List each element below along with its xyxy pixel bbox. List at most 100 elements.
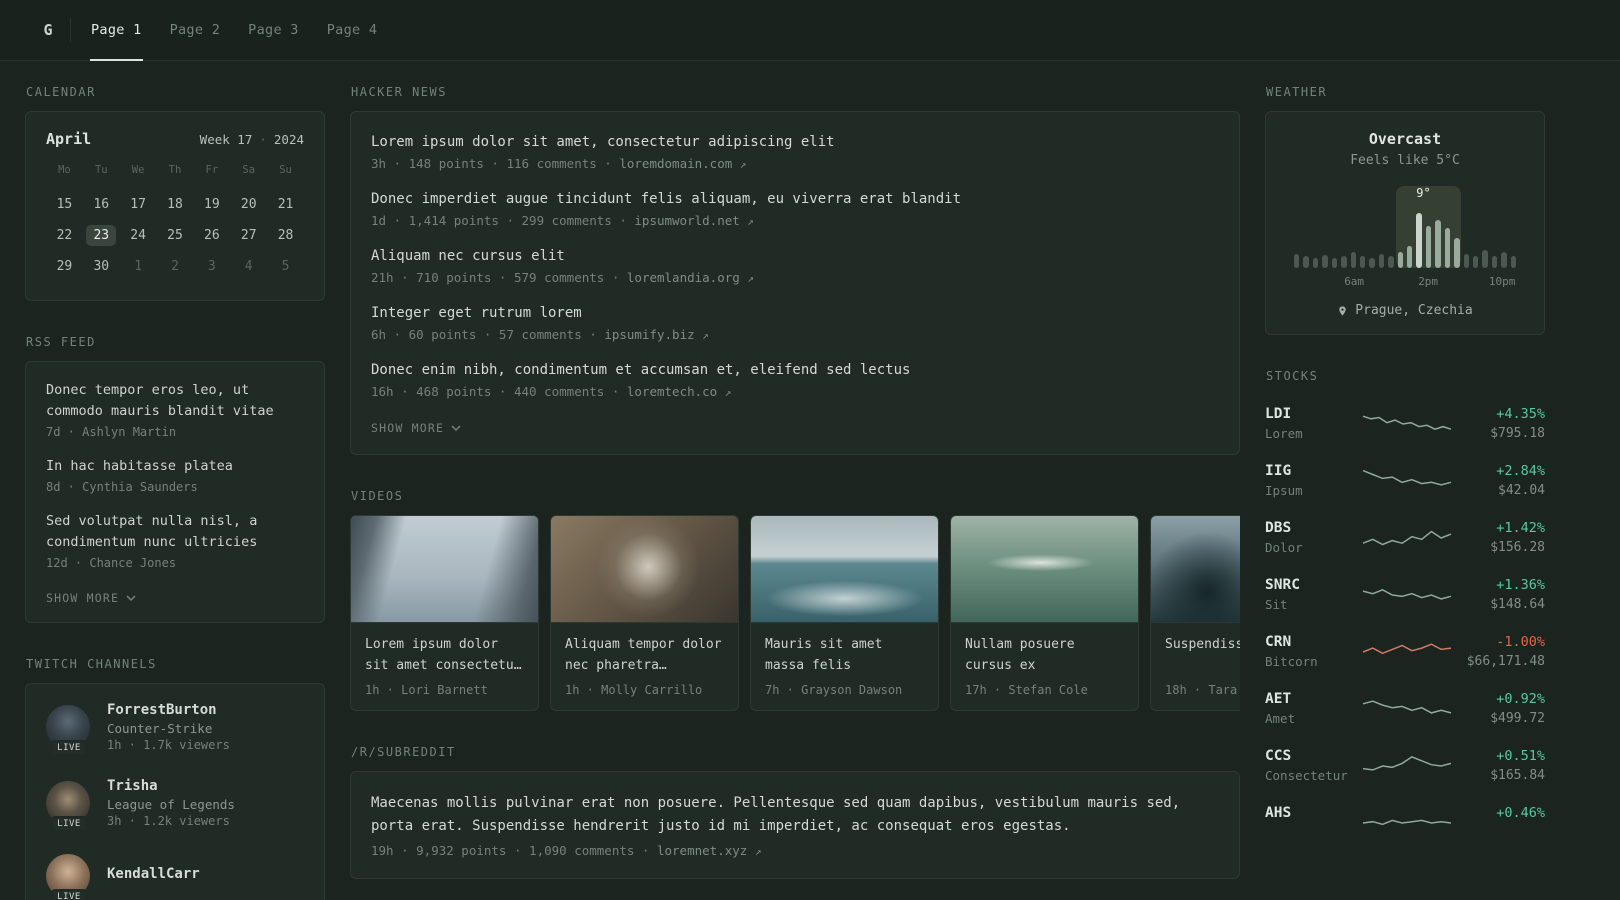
stock-row[interactable]: CRN Bitcorn -1.00% $66,171.48 [1265,623,1545,680]
external-link-icon: ↗ [747,272,754,285]
stock-symbol: AET [1265,691,1292,707]
stock-sparkline [1362,699,1452,714]
video-thumbnail[interactable] [551,516,738,623]
widget-title-hackernews: HACKER NEWS [351,85,447,99]
calendar-day: 24 [130,228,146,243]
rss-item: In hac habitasse platea 8d · Cynthia Sau… [46,456,304,494]
dashboard-app: G Page 1 Page 2 Page 3 Page 4 CALENDAR A… [0,0,1620,900]
twitch-channel: LIVE KendallCarr [46,853,304,900]
stock-sparkline [1362,530,1452,545]
stock-sparkline [1362,642,1452,654]
hn-show-more-button[interactable]: SHOW MORE [371,421,461,435]
stock-row[interactable]: DBS Dolor +1.42% $156.28 [1265,509,1545,566]
live-badge: LIVE [51,888,87,900]
calendar-header: April Week 17 · 2024 [46,130,304,148]
hn-story-title[interactable]: Integer eget rutrum lorem [371,303,1219,324]
rss-show-more-button[interactable]: SHOW MORE [46,591,136,605]
stock-change: +1.36% [1496,577,1545,593]
twitch-channel: LIVE Trisha League of Legends 3h · 1.2k … [46,778,304,832]
channel-name[interactable]: Trisha [107,778,235,794]
stock-id: AHS [1265,805,1361,840]
rss-item-title[interactable]: Sed volutpat nulla nisl, a condimentum n… [46,511,304,553]
stock-row[interactable]: SNRC Sit +1.36% $148.64 [1265,566,1545,623]
calendar-day-header: Th [168,164,182,176]
stock-row[interactable]: CCS Consectetur +0.51% $165.84 [1265,737,1545,794]
weather-bar [1473,256,1479,268]
calendar-day-header: Su [279,164,292,176]
stock-price: $42.04 [1498,483,1545,498]
show-more-label: SHOW MORE [46,590,120,605]
video-title[interactable]: Aliquam tempor dolor nec pharetra… [565,635,724,677]
widget-title-weather: WEATHER [1266,85,1328,99]
stock-id: AET Amet [1265,691,1361,726]
stock-values: +0.46% [1453,805,1545,840]
channel-name[interactable]: ForrestBurton [107,702,230,718]
calendar-month: April [46,130,92,148]
channel-name[interactable]: KendallCarr [107,866,200,882]
hn-story-meta: 6h · 60 points · 57 comments · ipsumify.… [371,327,1219,342]
video-body: Suspendisse diam 18h · Tara [1151,623,1240,710]
video-title[interactable]: Nullam posuere cursus ex [965,635,1124,677]
middle-column: HACKER NEWS Lorem ipsum dolor sit amet, … [350,85,1240,900]
stock-row[interactable]: LDI Lorem +4.35% $795.18 [1265,395,1545,452]
reddit-post-title[interactable]: Maecenas mollis pulvinar erat non posuer… [371,792,1219,838]
weather-location: Prague, Czechia [1286,303,1524,318]
tab-page-4[interactable]: Page 4 [313,0,392,60]
hn-story-domain-link[interactable]: loremdomain.com ↗ [619,156,746,171]
tab-page-3[interactable]: Page 3 [234,0,313,60]
stock-values: -1.00% $66,171.48 [1453,634,1545,669]
stock-name: Sit [1265,597,1288,612]
stock-symbol: IIG [1265,463,1292,479]
calendar-day-header: Tu [94,164,108,176]
hn-story-title[interactable]: Donec enim nibh, condimentum et accumsan… [371,360,1219,381]
channel-viewers: 1h · 1.7k viewers [107,737,230,752]
stock-row[interactable]: AET Amet +0.92% $499.72 [1265,680,1545,737]
hn-story-domain-link[interactable]: ipsumify.biz ↗ [604,327,708,342]
rss-item-title[interactable]: Donec tempor eros leo, ut commodo mauris… [46,380,304,422]
tab-page-1[interactable]: Page 1 [77,0,156,61]
stock-row[interactable]: IIG Ipsum +2.84% $42.04 [1265,452,1545,509]
video-card: Lorem ipsum dolor sit amet consectetu… 1… [350,515,539,711]
video-title[interactable]: Suspendisse diam [1165,635,1240,677]
stock-id: LDI Lorem [1265,406,1361,441]
weather-time-label: 6am [1344,275,1365,288]
hn-story-domain: loremdomain.com [619,156,733,171]
rss-item-meta: 8d · Cynthia Saunders [46,479,198,494]
hn-story-domain-link[interactable]: ipsumworld.net ↗ [634,213,754,228]
widget-title-rss: RSS FEED [26,335,96,349]
video-thumbnail[interactable] [351,516,538,623]
stock-sparkline [1362,469,1452,486]
video-title[interactable]: Lorem ipsum dolor sit amet consectetu… [365,635,524,677]
hn-story-title[interactable]: Aliquam nec cursus elit [371,246,1219,267]
video-thumbnail[interactable] [1151,516,1240,623]
stock-row[interactable]: AHS +0.46% [1265,794,1545,851]
reddit-post-domain-link[interactable]: loremnet.xyz ↗ [657,843,761,858]
calendar-day: 22 [56,228,73,243]
weather-bar [1359,256,1366,268]
location-pin-icon [1339,305,1347,316]
channel-info: ForrestBurton Counter-Strike 1h · 1.7k v… [107,702,230,752]
tab-page-2[interactable]: Page 2 [156,0,235,60]
stock-values: +1.36% $148.64 [1453,577,1545,612]
calendar-week-info: Week 17 · 2024 [200,132,304,147]
stock-name: Dolor [1265,540,1303,555]
hn-story-domain-link[interactable]: loremtech.co ↗ [627,384,731,399]
weather-card: Overcast Feels like 5°C 9° 6am 2pm 10pm Pr… [1265,111,1545,335]
stocks-widget: STOCKS LDI Lorem +4.35% $795.18 IIG Ipsu… [1265,369,1545,851]
video-thumbnail[interactable] [751,516,938,623]
hn-story-domain-link[interactable]: loremlandia.org ↗ [627,270,754,285]
video-title[interactable]: Mauris sit amet massa felis [765,635,924,677]
hn-story-stats: 21h · 710 points · 579 comments · [371,270,620,285]
hn-story-title[interactable]: Donec imperdiet augue tincidunt felis al… [371,189,1219,210]
channel-info: KendallCarr [107,866,200,885]
weather-bar [1378,254,1385,268]
weather-bar [1491,256,1498,268]
weather-widget: WEATHER Overcast Feels like 5°C 9° 6am 2p… [1265,85,1545,335]
stock-values: +0.92% $499.72 [1453,691,1545,726]
video-thumbnail[interactable] [951,516,1138,623]
rss-item-title[interactable]: In hac habitasse platea [46,456,304,477]
external-link-icon: ↗ [724,386,732,399]
hn-story-title[interactable]: Lorem ipsum dolor sit amet, consectetur … [371,132,1219,153]
calendar-day-headers: Mo Tu We Th Fr Sa Su [46,164,304,189]
rss-widget: RSS FEED Donec tempor eros leo, ut commo… [25,335,325,623]
